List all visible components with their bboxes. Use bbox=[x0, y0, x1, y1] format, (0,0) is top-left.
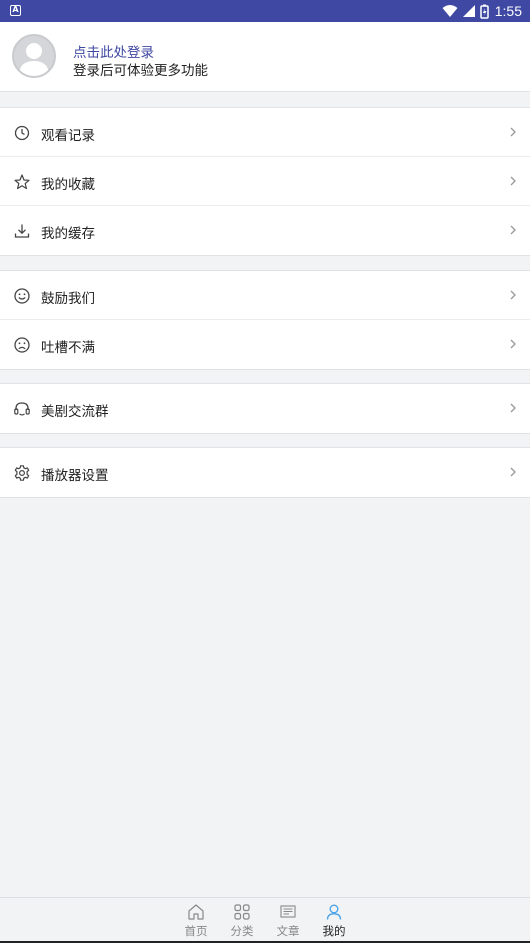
menu-item-label: 观看记录 bbox=[41, 128, 95, 144]
login-card[interactable]: 点击此处登录 登录后可体验更多功能 bbox=[0, 22, 530, 92]
chevron-right-icon bbox=[510, 339, 516, 349]
menu-group-settings: 播放器设置 bbox=[0, 447, 530, 498]
default-avatar-icon bbox=[19, 43, 49, 76]
tab-articles[interactable]: 文章 bbox=[268, 902, 308, 942]
gear-icon bbox=[14, 465, 30, 481]
home-icon bbox=[188, 904, 204, 920]
chevron-right-icon bbox=[510, 225, 516, 235]
grid-icon bbox=[234, 904, 250, 920]
status-bar: A 1:55 bbox=[0, 0, 530, 22]
menu-item-player-settings[interactable]: 播放器设置 bbox=[0, 448, 530, 497]
bottom-tab-bar: 首页 分类 文章 我的 bbox=[0, 897, 530, 943]
battery-icon bbox=[480, 4, 489, 19]
menu-item-label: 我的缓存 bbox=[41, 226, 95, 242]
smile-icon bbox=[14, 288, 30, 304]
star-icon bbox=[14, 174, 30, 190]
menu-item-complain[interactable]: 吐槽不满 bbox=[0, 320, 530, 369]
chevron-right-icon bbox=[510, 403, 516, 413]
headset-icon bbox=[14, 402, 30, 416]
menu-item-label: 播放器设置 bbox=[41, 468, 109, 484]
wifi-icon bbox=[442, 5, 458, 17]
menu-group-feedback: 鼓励我们 吐槽不满 bbox=[0, 270, 530, 370]
menu-item-watch-history[interactable]: 观看记录 bbox=[0, 108, 530, 157]
menu-group-community: 美剧交流群 bbox=[0, 383, 530, 434]
menu-item-fan-group[interactable]: 美剧交流群 bbox=[0, 384, 530, 433]
tab-mine[interactable]: 我的 bbox=[314, 902, 354, 942]
clock-icon bbox=[14, 125, 30, 141]
user-icon bbox=[326, 904, 342, 920]
article-icon bbox=[280, 905, 296, 918]
menu-item-label: 美剧交流群 bbox=[41, 404, 109, 420]
tab-home[interactable]: 首页 bbox=[176, 902, 216, 942]
login-prompt-link[interactable]: 点击此处登录 bbox=[73, 41, 154, 61]
status-time: 1:55 bbox=[494, 3, 522, 19]
menu-item-label: 吐槽不满 bbox=[41, 340, 95, 356]
tab-label: 文章 bbox=[276, 924, 300, 938]
chevron-right-icon bbox=[510, 127, 516, 137]
tab-label: 首页 bbox=[184, 924, 208, 938]
tab-label: 分类 bbox=[230, 924, 254, 938]
menu-item-encourage[interactable]: 鼓励我们 bbox=[0, 271, 530, 320]
chevron-right-icon bbox=[510, 176, 516, 186]
chevron-right-icon bbox=[510, 467, 516, 477]
login-subtitle: 登录后可体验更多功能 bbox=[73, 63, 208, 79]
menu-item-label: 我的收藏 bbox=[41, 177, 95, 193]
signal-icon bbox=[462, 5, 475, 17]
menu-item-favorites[interactable]: 我的收藏 bbox=[0, 157, 530, 206]
tab-category[interactable]: 分类 bbox=[222, 902, 262, 942]
tab-label: 我的 bbox=[322, 924, 346, 938]
menu-group-history: 观看记录 我的收藏 我的缓存 bbox=[0, 107, 530, 256]
chevron-right-icon bbox=[510, 290, 516, 300]
menu-item-downloads[interactable]: 我的缓存 bbox=[0, 206, 530, 255]
menu-item-label: 鼓励我们 bbox=[41, 291, 95, 307]
frown-icon bbox=[14, 337, 30, 353]
avatar[interactable] bbox=[12, 34, 56, 78]
download-icon bbox=[14, 224, 30, 238]
app-notification-icon: A bbox=[10, 5, 21, 16]
